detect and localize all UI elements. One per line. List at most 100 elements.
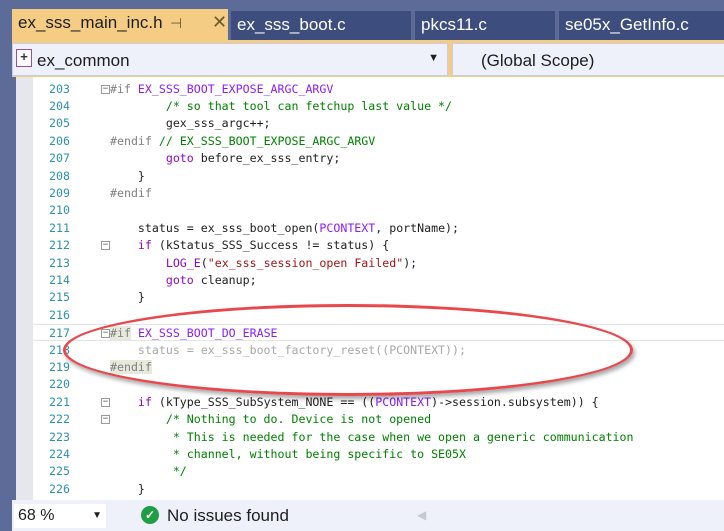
code-line[interactable]: 221 − if (kType_SSS_SubSystem_NONE == ((P… [33,394,724,411]
line-number: 211 [49,220,70,235]
project-label: ex_common [37,51,130,70]
code-token: EX_SSS_BOOT_EXPOSE_ARGC_ARGV [137,81,334,96]
code-line[interactable]: 226 } [33,481,724,498]
code-line[interactable]: 205 gex_sss_argc++; [33,115,724,132]
code-text: goto cleanup; [110,272,257,289]
code-line[interactable]: 225 */ [33,463,724,480]
editor-margin [16,77,33,500]
tab-ex-sss-boot-c[interactable]: ex_sss_boot.c [231,11,411,40]
zoom-dropdown[interactable]: 68 % ▼ [14,504,106,528]
code-token: gex_sss_argc++; [110,116,271,131]
collapse-icon[interactable]: − [101,241,110,251]
scroll-left-icon[interactable]: ◀ [417,508,426,522]
code-text: * This is needed for the case when we op… [110,429,634,446]
code-line[interactable]: 213 LOG_E("ex_sss_session_open Failed"); [33,255,724,272]
code-text: } [110,289,145,306]
code-token: /* Nothing to do. Device is not opened [110,412,432,427]
code-token: if [137,238,152,253]
code-line[interactable]: 216 [33,307,724,324]
code-line[interactable]: 215 } [33,289,724,306]
code-token: goto [165,151,194,166]
chevron-down-icon: ▼ [92,510,102,521]
code-token: ); [403,255,418,270]
code-token: #endif [110,133,159,148]
code-line[interactable]: 212 − if (kStatus_SSS_Success != status) … [33,237,724,254]
code-token: status = ex_sss_boot_open( [110,220,320,235]
code-token: * This is needed for the case when we op… [110,429,634,444]
code-token: )->session.subsystem)) { [431,394,599,409]
code-line[interactable]: 203 − #if EX_SSS_BOOT_EXPOSE_ARGC_ARGV [33,81,724,98]
tab-ex-sss-main-inc-h[interactable]: ex_sss_main_inc.h ⊣ ✕ [12,9,228,40]
issues-status[interactable]: No issues found [167,506,289,526]
tab-label: pkcs11.c [421,15,487,34]
code-token: PCONTEXT [319,220,376,235]
code-text: #endif [110,359,152,376]
code-token: } [110,168,145,183]
code-text: #endif [110,185,152,202]
code-token: } [110,481,145,496]
check-circle-icon: ✓ [141,506,159,524]
code-text: /* Nothing to do. Device is not opened [110,411,431,428]
code-token: goto [165,272,194,287]
code-token: #if [110,81,138,96]
code-text: } [110,481,145,498]
line-number: 212 [49,238,70,253]
line-number: 222 [49,412,70,427]
line-number: 226 [49,481,70,496]
status-bar: 68 % ▼ ✓ No issues found ◀ [12,500,724,531]
code-line[interactable]: 218 status = ex_sss_boot_factory_reset((… [33,342,724,359]
tab-pkcs11-c[interactable]: pkcs11.c [415,11,555,40]
code-line[interactable]: 223 * This is needed for the case when w… [33,429,724,446]
line-number: 216 [49,307,70,322]
code-line[interactable]: 217 − #if EX_SSS_BOOT_DO_ERASE [33,324,724,342]
tab-se05x-getinfo-c[interactable]: se05x_GetInfo.c [559,11,724,40]
line-number: 207 [49,151,70,166]
tab-label: se05x_GetInfo.c [565,15,689,34]
code-text: } [110,168,145,185]
line-number: 208 [49,168,70,183]
code-text: if (kStatus_SSS_Success != status) { [110,237,389,254]
scope-dropdown[interactable]: (Global Scope) [452,43,724,76]
chevron-down-icon: ▼ [428,52,439,64]
code-line[interactable]: 204 /* so that tool can fetchup last val… [33,98,724,115]
code-token: /* so that tool can fetchup last value *… [110,98,453,113]
tab-label: ex_sss_boot.c [237,15,346,34]
code-line[interactable]: 206 #endif // EX_SSS_BOOT_EXPOSE_ARGC_ARG… [33,133,724,150]
project-dropdown[interactable]: + ex_common ▼ [12,43,448,76]
code-text: gex_sss_argc++; [110,115,271,132]
code-line[interactable]: 209 #endif [33,185,724,202]
line-number: 221 [49,394,70,409]
code-line[interactable]: 214 goto cleanup; [33,272,724,289]
code-line[interactable]: 210 [33,202,724,219]
code-line[interactable]: 224 * channel, without being specific to… [33,446,724,463]
code-line[interactable]: 219 #endif [33,359,724,376]
line-number: 205 [49,116,70,131]
code-token: * channel, without being specific to SE0… [110,446,466,461]
code-line[interactable]: 208 } [33,168,724,185]
tab-bar: ex_sss_main_inc.h ⊣ ✕ ex_sss_boot.c pkcs… [0,0,724,40]
line-number: 218 [49,342,70,357]
collapse-icon[interactable]: − [101,84,110,94]
line-number: 203 [49,81,70,96]
code-editor[interactable]: 203− #if EX_SSS_BOOT_EXPOSE_ARGC_ARGV 204 … [33,77,724,500]
collapse-icon[interactable]: − [101,329,110,339]
collapse-icon[interactable]: − [101,397,110,407]
close-icon[interactable]: ✕ [212,12,227,33]
line-number: 225 [49,464,70,479]
code-token: */ [110,464,187,479]
code-text: #if EX_SSS_BOOT_EXPOSE_ARGC_ARGV [110,81,333,98]
line-number: 213 [49,255,70,270]
collapse-icon[interactable]: − [101,415,110,425]
scope-label: (Global Scope) [481,51,595,70]
line-number: 220 [49,377,70,392]
pin-icon[interactable]: ⊣ [170,15,182,32]
code-line[interactable]: 220 [33,376,724,393]
code-line[interactable]: 207 goto before_ex_sss_entry; [33,150,724,167]
code-token: } [110,290,145,305]
code-line[interactable]: 211 status = ex_sss_boot_open(PCONTEXT, … [33,220,724,237]
code-line[interactable]: 222 − /* Nothing to do. Device is not ope… [33,411,724,428]
